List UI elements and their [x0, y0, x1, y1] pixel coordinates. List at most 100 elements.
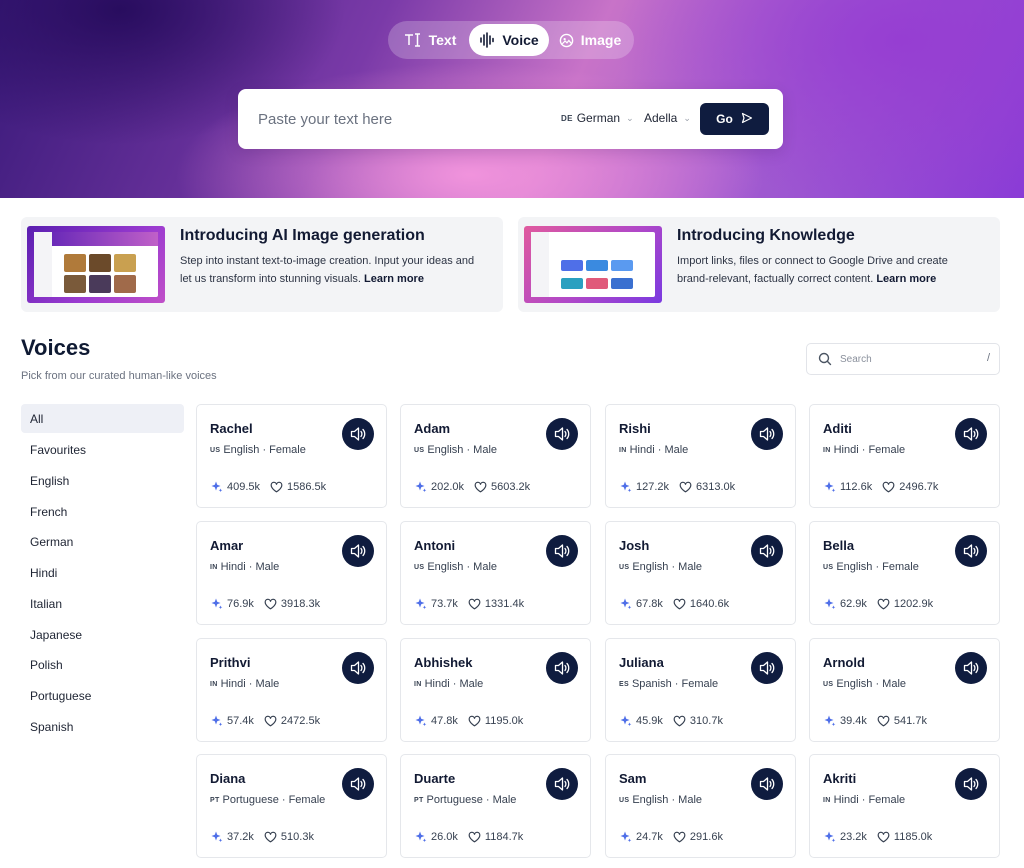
likes-stat[interactable]: 2496.7k — [882, 481, 938, 493]
voice-name: Akriti — [823, 771, 857, 786]
play-preview-button[interactable] — [342, 535, 374, 567]
promo-knowledge[interactable]: Introducing Knowledge Import links, file… — [518, 217, 1000, 312]
voice-card[interactable]: Duarte PT Portuguese · Male 26.0k 1184.7k — [400, 754, 591, 858]
learn-more-link[interactable]: Learn more — [364, 273, 424, 285]
voice-card[interactable]: Josh US English · Male 67.8k 1640.6k — [605, 521, 796, 625]
voice-name: Rachel — [210, 421, 253, 436]
usage-count: 76.9k — [227, 597, 254, 610]
country-code: US — [619, 563, 630, 571]
sidebar-item-all[interactable]: All — [21, 404, 184, 433]
voice-select[interactable]: Adella ⌄ — [644, 111, 691, 125]
play-preview-button[interactable] — [751, 418, 783, 450]
sidebar-item-hindi[interactable]: Hindi — [21, 558, 184, 587]
likes-stat[interactable]: 1202.9k — [877, 598, 933, 610]
voice-language: IN Hindi · Male — [414, 678, 483, 690]
play-preview-button[interactable] — [955, 768, 987, 800]
usage-count: 67.8k — [636, 597, 663, 610]
play-preview-button[interactable] — [342, 768, 374, 800]
heart-icon — [264, 715, 277, 727]
tab-voice[interactable]: Voice — [469, 24, 549, 56]
sidebar-item-favourites[interactable]: Favourites — [21, 435, 184, 464]
likes-stat[interactable]: 510.3k — [264, 831, 314, 843]
image-generation-thumbnail — [27, 226, 165, 303]
voice-stats: 37.2k 510.3k — [210, 830, 314, 843]
voice-card[interactable]: Bella US English · Female 62.9k 1202.9k — [809, 521, 1000, 625]
voice-card[interactable]: Diana PT Portuguese · Female 37.2k 510.3k — [196, 754, 387, 858]
play-preview-button[interactable] — [955, 418, 987, 450]
likes-stat[interactable]: 1640.6k — [673, 598, 729, 610]
voice-card[interactable]: Prithvi IN Hindi · Male 57.4k 2472.5k — [196, 638, 387, 742]
voice-name: Arnold — [823, 655, 865, 670]
play-preview-button[interactable] — [751, 652, 783, 684]
sidebar-item-spanish[interactable]: Spanish — [21, 712, 184, 741]
voice-stats: 23.2k 1185.0k — [823, 830, 932, 843]
country-code: US — [414, 446, 425, 454]
likes-stat[interactable]: 291.6k — [673, 831, 723, 843]
voice-card[interactable]: Juliana ES Spanish · Female 45.9k 310.7k — [605, 638, 796, 742]
play-preview-button[interactable] — [955, 535, 987, 567]
country-code: IN — [823, 446, 831, 454]
voice-stats: 409.5k 1586.5k — [210, 480, 326, 493]
chevron-down-icon: ⌄ — [683, 112, 691, 123]
play-preview-button[interactable] — [751, 535, 783, 567]
country-code: IN — [414, 680, 422, 688]
usage-count: 409.5k — [227, 480, 261, 493]
likes-stat[interactable]: 1195.0k — [468, 715, 523, 727]
likes-stat[interactable]: 1185.0k — [877, 831, 932, 843]
likes-stat[interactable]: 2472.5k — [264, 715, 320, 727]
voice-language: IN Hindi · Male — [210, 561, 279, 573]
voice-language: IN Hindi · Male — [210, 678, 279, 690]
language-select[interactable]: DE German ⌄ — [561, 111, 634, 125]
usage-stat: 73.7k — [414, 597, 458, 610]
likes-stat[interactable]: 1331.4k — [468, 598, 524, 610]
voice-search[interactable]: / — [806, 343, 1000, 375]
voice-card[interactable]: Akriti IN Hindi · Female 23.2k 1185.0k — [809, 754, 1000, 858]
tab-text[interactable]: Text — [391, 24, 469, 56]
play-preview-button[interactable] — [546, 535, 578, 567]
usage-stat: 202.0k — [414, 480, 464, 493]
voice-card[interactable]: Rishi IN Hindi · Male 127.2k 6313.0k — [605, 404, 796, 508]
play-preview-button[interactable] — [342, 652, 374, 684]
voice-card[interactable]: Adam US English · Male 202.0k 5603.2k — [400, 404, 591, 508]
likes-stat[interactable]: 6313.0k — [679, 481, 735, 493]
likes-count: 1185.0k — [893, 830, 933, 843]
sidebar-item-english[interactable]: English — [21, 466, 184, 495]
play-preview-button[interactable] — [546, 418, 578, 450]
voice-card[interactable]: Aditi IN Hindi · Female 112.6k 2496.7k — [809, 404, 1000, 508]
likes-count: 310.7k — [689, 714, 723, 727]
sidebar-item-portuguese[interactable]: Portuguese — [21, 681, 184, 710]
sidebar-item-japanese[interactable]: Japanese — [21, 620, 184, 649]
voice-search-input[interactable] — [840, 351, 970, 367]
likes-stat[interactable]: 5603.2k — [474, 481, 530, 493]
usage-stat: 39.4k — [823, 714, 867, 727]
heart-icon — [468, 831, 481, 843]
voice-card[interactable]: Rachel US English · Female 409.5k 1586.5k — [196, 404, 387, 508]
learn-more-link[interactable]: Learn more — [876, 273, 936, 285]
play-preview-button[interactable] — [342, 418, 374, 450]
voice-card[interactable]: Antoni US English · Male 73.7k 1331.4k — [400, 521, 591, 625]
send-icon — [741, 112, 753, 127]
sidebar-item-polish[interactable]: Polish — [21, 650, 184, 679]
tab-image[interactable]: Image — [549, 24, 631, 56]
play-preview-button[interactable] — [955, 652, 987, 684]
paste-text-input[interactable] — [258, 107, 528, 131]
likes-stat[interactable]: 541.7k — [877, 715, 927, 727]
voice-card[interactable]: Sam US English · Male 24.7k 291.6k — [605, 754, 796, 858]
voice-card[interactable]: Amar IN Hindi · Male 76.9k 3918.3k — [196, 521, 387, 625]
play-preview-button[interactable] — [546, 652, 578, 684]
go-button[interactable]: Go — [700, 103, 769, 135]
sidebar-item-french[interactable]: French — [21, 497, 184, 526]
heart-icon — [673, 598, 686, 610]
play-preview-button[interactable] — [751, 768, 783, 800]
voice-card[interactable]: Abhishek IN Hindi · Male 47.8k 1195.0k — [400, 638, 591, 742]
likes-stat[interactable]: 3918.3k — [264, 598, 320, 610]
voice-card[interactable]: Arnold US English · Male 39.4k 541.7k — [809, 638, 1000, 742]
likes-stat[interactable]: 310.7k — [673, 715, 723, 727]
usage-stat: 24.7k — [619, 830, 663, 843]
sidebar-item-italian[interactable]: Italian — [21, 589, 184, 618]
likes-stat[interactable]: 1184.7k — [468, 831, 523, 843]
sidebar-item-german[interactable]: German — [21, 527, 184, 556]
promo-image-generation[interactable]: Introducing AI Image generation Step int… — [21, 217, 503, 312]
play-preview-button[interactable] — [546, 768, 578, 800]
likes-stat[interactable]: 1586.5k — [270, 481, 326, 493]
